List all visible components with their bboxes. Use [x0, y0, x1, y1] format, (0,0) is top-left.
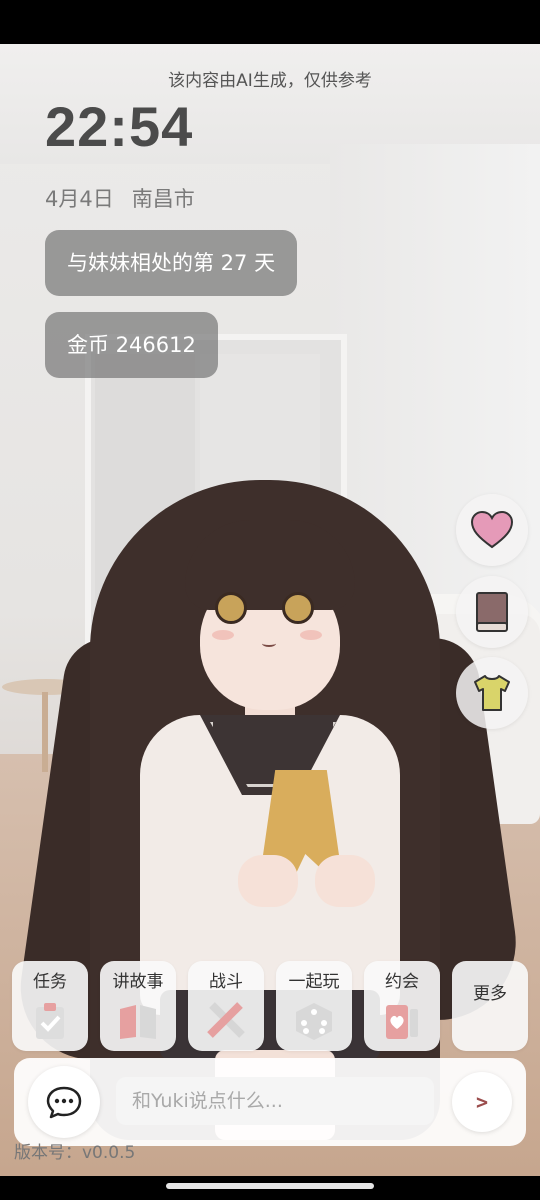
- send-button[interactable]: >: [452, 1072, 512, 1132]
- heart-icon: [470, 510, 514, 549]
- battle-label: 战斗: [209, 972, 243, 992]
- task-label: 任务: [33, 972, 67, 992]
- character-eye-left: [215, 592, 247, 624]
- date-label: 约会: [385, 972, 419, 992]
- chat-history-button[interactable]: [28, 1066, 100, 1138]
- date-button[interactable]: 约会: [364, 961, 440, 1051]
- more-label: 更多: [473, 984, 507, 1004]
- book-icon: [476, 592, 508, 632]
- character-eye-right: [282, 592, 314, 624]
- days-together-badge: 与妹妹相处的第 27 天: [45, 230, 298, 296]
- more-button[interactable]: 更多: [452, 961, 528, 1051]
- chat-bubble-icon: [46, 1086, 82, 1119]
- affection-button[interactable]: [456, 494, 528, 566]
- diary-button[interactable]: [456, 576, 528, 648]
- character-mouth: [262, 640, 276, 647]
- home-indicator[interactable]: [166, 1183, 374, 1189]
- dice-icon: [296, 1003, 332, 1040]
- crossed-swords-icon: [207, 1002, 245, 1038]
- storytelling-button[interactable]: 讲故事: [100, 961, 176, 1051]
- task-button[interactable]: 任务: [12, 961, 88, 1051]
- version-text: 版本号：v0.0.5: [14, 1143, 136, 1163]
- shirt-icon: [474, 675, 510, 711]
- clock: 22:54: [45, 95, 194, 158]
- coins-badge: 金币 246612: [45, 312, 218, 378]
- wardrobe-button[interactable]: [456, 657, 528, 729]
- character-bangs: [185, 520, 355, 610]
- storytelling-label: 讲故事: [112, 972, 164, 992]
- character-hand-left: [238, 855, 298, 907]
- status-bar: [0, 0, 540, 44]
- character-hand-right: [315, 855, 375, 907]
- ai-generated-notice: 该内容由AI生成，仅供参考: [168, 71, 372, 91]
- date-text: 4月4日: [45, 187, 114, 211]
- app-screen: 该内容由AI生成，仅供参考 22:54 4月4日 南昌市 与妹妹相处的第 27 天…: [0, 0, 540, 1200]
- city-text: 南昌市: [131, 187, 195, 211]
- play-together-label: 一起玩: [288, 972, 340, 992]
- play-together-button[interactable]: 一起玩: [276, 961, 352, 1051]
- battle-button[interactable]: 战斗: [188, 961, 264, 1051]
- open-book-icon: [120, 1005, 156, 1039]
- side-table-leg: [42, 692, 48, 772]
- chat-input[interactable]: [116, 1077, 434, 1125]
- character-blush-left: [212, 630, 234, 640]
- heart-card-icon: [386, 1005, 418, 1039]
- date-location: 4月4日 南昌市: [45, 183, 195, 213]
- clipboard-check-icon: [36, 1003, 64, 1039]
- character-blush-right: [300, 630, 322, 640]
